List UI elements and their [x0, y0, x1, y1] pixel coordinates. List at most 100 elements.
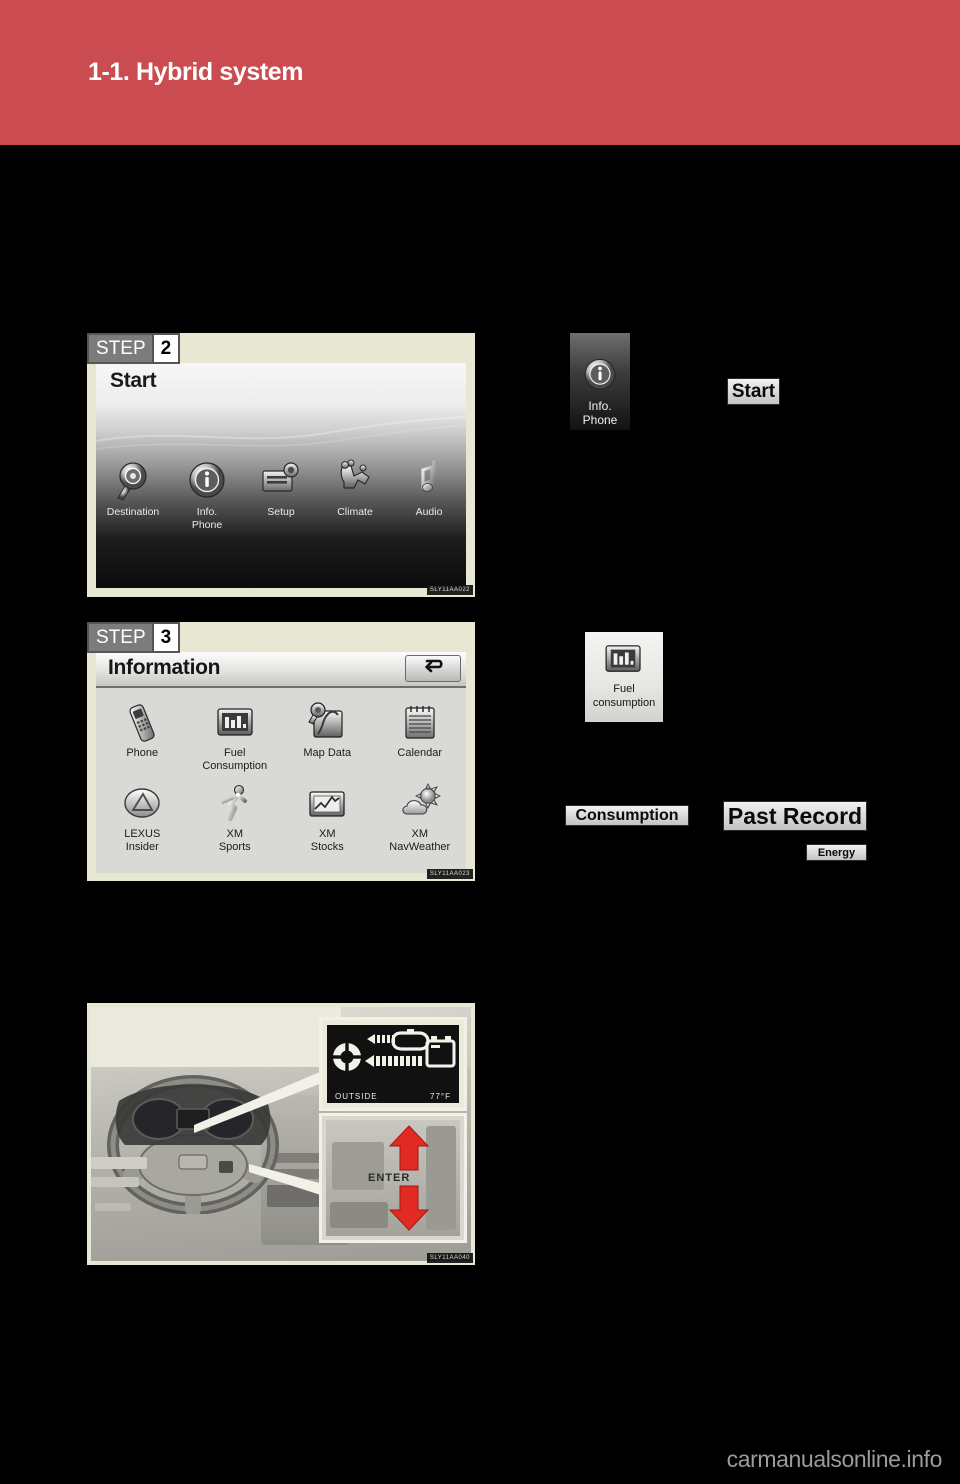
multi-information-display-readout: OUTSIDE 77°F: [327, 1092, 459, 1101]
information-grid-row-1: Phone Fuel Consumption Map Data Calendar: [96, 700, 466, 773]
fuel-consumption-icon: [193, 700, 277, 746]
step-3-panel: STEP 3 Information Phone Fuel Consumptio…: [87, 622, 475, 881]
page-body: STEP 2 Start Destination Info. Phone Set…: [0, 145, 960, 1484]
arrow-up-icon: [388, 1125, 430, 1171]
switch-surface-right: [426, 1126, 456, 1230]
nav-screen-information: Information Phone Fuel Consumption Map D…: [96, 652, 466, 873]
info-label-calendar: Calendar: [397, 747, 443, 759]
lexus-insider-icon: [100, 781, 184, 827]
info-item-xm-sports[interactable]: XM Sports: [193, 781, 277, 854]
start-callout-chip[interactable]: Start: [727, 378, 780, 405]
info-label-xm-2: XM: [319, 828, 336, 840]
start-menu-item-destination[interactable]: Destination: [98, 458, 168, 519]
information-title-bar: Information: [96, 652, 466, 688]
info-item-xm-stocks[interactable]: XM Stocks: [285, 781, 369, 854]
energy-monitor-graphic: [333, 1029, 456, 1071]
cockpit-photo-panel: OUTSIDE 77°F ENTER SLY11AA040: [87, 1003, 475, 1265]
calendar-icon: [378, 700, 462, 746]
information-grid-row-2: LEXUS Insider XM Sports XM Stocks XM Nav…: [96, 781, 466, 854]
start-menu-row: Destination Info. Phone Setup Climate Au…: [96, 458, 466, 531]
info-label-consumption: Consumption: [202, 760, 268, 772]
page-title: 1-1. Hybrid system: [88, 58, 304, 86]
start-menu-item-audio[interactable]: Audio: [394, 458, 464, 519]
multi-information-display-screen: OUTSIDE 77°F: [327, 1025, 459, 1103]
info-phone-callout-chip[interactable]: Info. Phone: [570, 333, 630, 430]
outside-temp-value: 77°F: [430, 1092, 451, 1101]
start-menu-item-climate[interactable]: Climate: [320, 458, 390, 519]
step-2-badge-number: 2: [151, 335, 179, 362]
past-record-callout-chip[interactable]: Past Record: [723, 801, 867, 831]
info-label-navweather: NavWeather: [389, 841, 451, 853]
info-item-map-data[interactable]: Map Data: [285, 700, 369, 760]
nav-screen-start-title: Start: [110, 369, 157, 392]
info-item-xm-navweather[interactable]: XM NavWeather: [378, 781, 462, 854]
info-phone-chip-icon: [584, 358, 616, 390]
info-label-map-data: Map Data: [303, 747, 352, 759]
outside-temp-label: OUTSIDE: [335, 1092, 378, 1101]
step-2-image-code: SLY11AA022: [426, 585, 473, 595]
step-2-badge: STEP 2: [87, 333, 181, 364]
consumption-callout-chip[interactable]: Consumption: [565, 805, 689, 826]
start-menu-label-info: Info.: [196, 506, 218, 518]
arrow-down-icon: [388, 1185, 430, 1231]
step-2-badge-word: STEP: [96, 338, 146, 359]
setup-icon: [246, 458, 316, 504]
start-menu-label-phone: Phone: [191, 518, 223, 531]
info-label-xm-1: XM: [226, 828, 244, 840]
steering-switch-card: ENTER: [319, 1113, 467, 1243]
back-arrow-icon: [421, 658, 445, 679]
xm-navweather-icon: [378, 781, 462, 827]
info-item-lexus-insider[interactable]: LEXUS Insider: [100, 781, 184, 854]
info-phone-chip-label-1: Info.: [588, 399, 612, 413]
xm-sports-icon: [193, 781, 277, 827]
page-header: 1-1. Hybrid system: [0, 0, 960, 145]
info-label-insider: Insider: [125, 841, 159, 853]
info-item-fuel-consumption[interactable]: Fuel Consumption: [193, 700, 277, 773]
page-footer: carmanualsonline.info: [0, 1430, 960, 1484]
energy-callout-chip[interactable]: Energy: [806, 844, 867, 861]
audio-icon: [394, 458, 464, 504]
nav-screen-information-title: Information: [108, 656, 221, 679]
info-label-lexus: LEXUS: [124, 828, 161, 840]
switch-surface-bottom: [330, 1202, 388, 1228]
fuel-consumption-chip-icon: [605, 645, 641, 672]
info-item-calendar[interactable]: Calendar: [378, 700, 462, 760]
step-3-badge-number: 3: [151, 624, 179, 651]
step-2-panel: STEP 2 Start Destination Info. Phone Set…: [87, 333, 475, 597]
info-label-fuel: Fuel: [224, 747, 246, 759]
info-label-xm-3: XM: [411, 828, 429, 840]
step-3-image-code: SLY11AA023: [426, 869, 473, 879]
info-label-phone: Phone: [126, 747, 159, 759]
start-menu-label-audio: Audio: [415, 506, 443, 518]
information-grid: Phone Fuel Consumption Map Data Calendar…: [96, 692, 466, 854]
fuel-consumption-callout-chip[interactable]: Fuel consumption: [585, 632, 663, 722]
enter-button-label: ENTER: [368, 1172, 411, 1184]
multi-information-display-card: OUTSIDE 77°F: [319, 1017, 467, 1111]
destination-icon: [98, 458, 168, 504]
info-label-sports: Sports: [218, 841, 251, 853]
fuel-chip-label-1: Fuel: [613, 683, 635, 695]
steering-switch-photo: ENTER: [326, 1120, 460, 1236]
info-phone-icon: [172, 458, 242, 504]
map-data-icon: [285, 700, 369, 746]
start-menu-label-setup: Setup: [267, 506, 295, 518]
back-button[interactable]: [405, 655, 461, 682]
start-menu-label-destination: Destination: [106, 506, 160, 518]
climate-icon: [320, 458, 390, 504]
step-3-badge-word: STEP: [96, 627, 146, 648]
start-screen-wave-decoration: [96, 415, 466, 455]
photo-image-code: SLY11AA040: [426, 1253, 473, 1263]
info-phone-chip-label-2: Phone: [582, 413, 618, 427]
info-label-stocks: Stocks: [310, 841, 344, 853]
start-menu-label-climate: Climate: [337, 506, 373, 518]
xm-stocks-icon: [285, 781, 369, 827]
phone-icon: [100, 700, 184, 746]
info-item-phone[interactable]: Phone: [100, 700, 184, 760]
start-menu-item-setup[interactable]: Setup: [246, 458, 316, 519]
step-3-badge: STEP 3: [87, 622, 181, 653]
nav-screen-start: Start Destination Info. Phone Setup Clim…: [96, 363, 466, 588]
start-menu-item-info-phone[interactable]: Info. Phone: [172, 458, 242, 531]
site-watermark: carmanualsonline.info: [726, 1446, 943, 1472]
fuel-chip-label-2: consumption: [592, 697, 656, 709]
cockpit-photo: OUTSIDE 77°F ENTER: [91, 1007, 471, 1261]
